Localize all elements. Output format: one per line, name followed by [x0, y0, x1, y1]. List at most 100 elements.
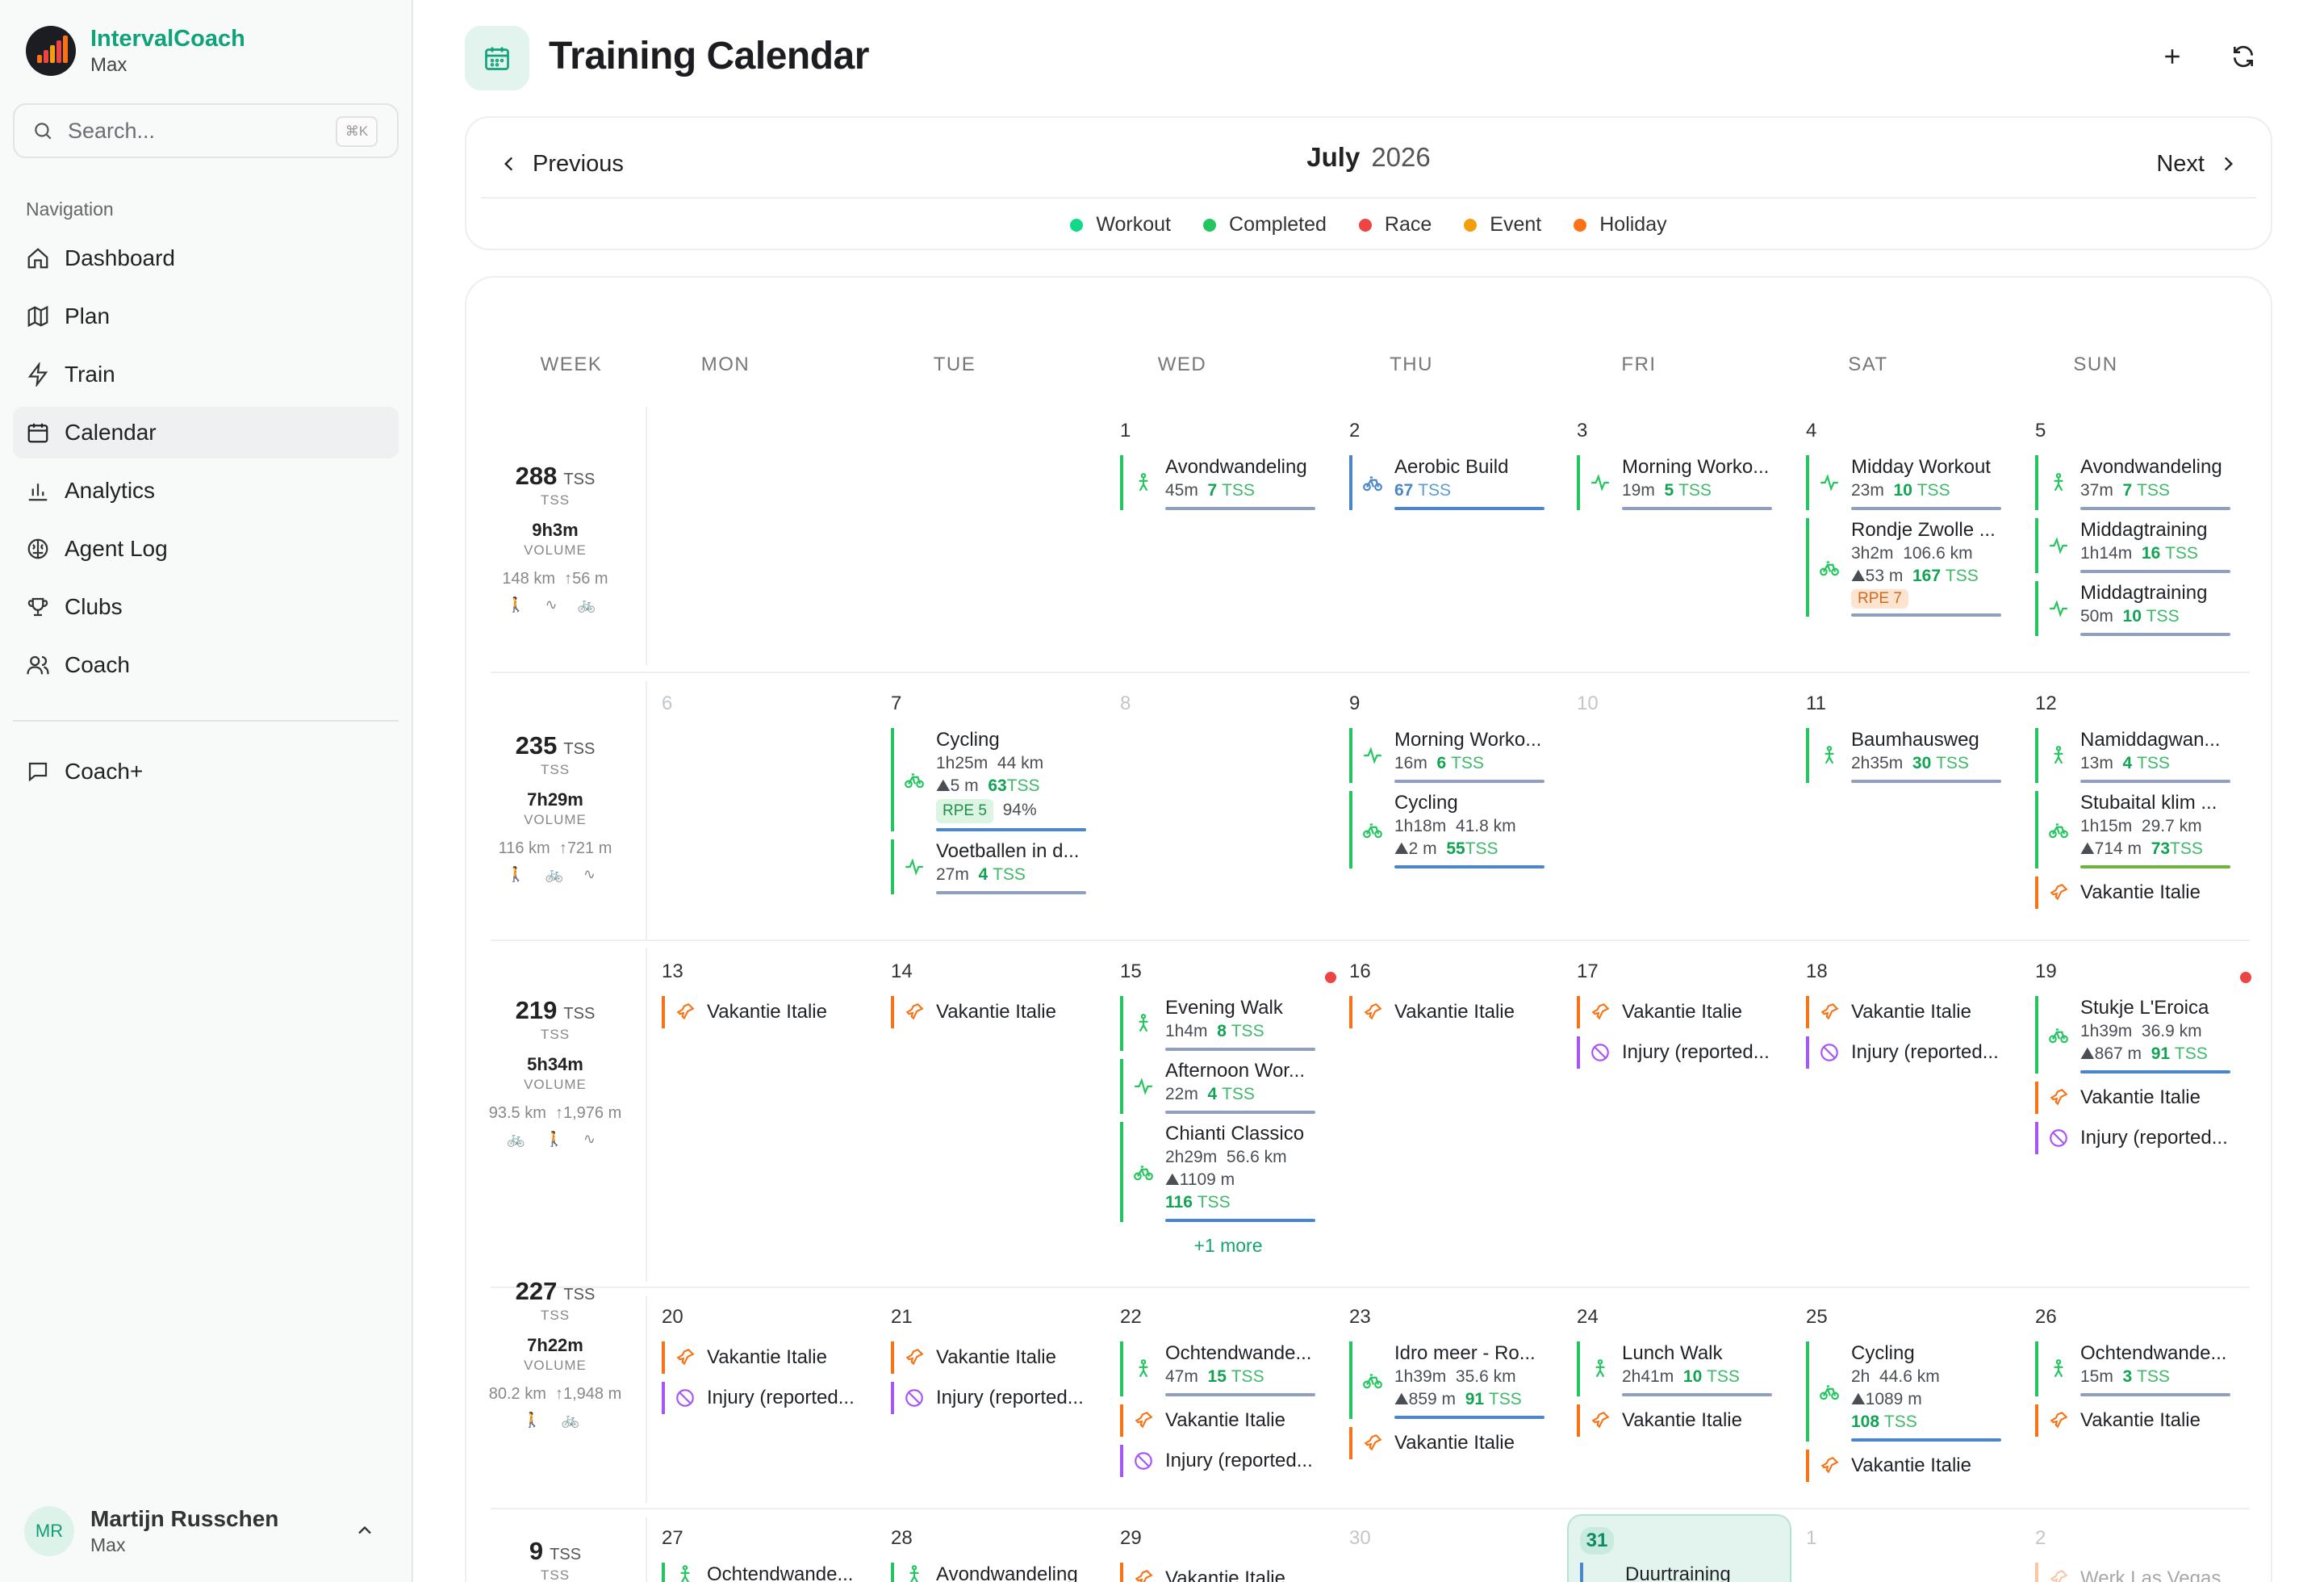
holiday-event[interactable]: Vakantie Italie [1120, 1563, 1336, 1582]
sidebar-item-clubs[interactable]: Clubs [13, 581, 399, 633]
holiday-event[interactable]: Vakantie Italie [662, 996, 878, 1028]
day-cell[interactable]: 4 Midday Workout 23m 10 TSS Rondje Zwoll… [1806, 420, 2022, 617]
activity-ride[interactable]: Cycling 1h18m 41.8 km ⛰2 m 55TSS [1349, 791, 1565, 868]
activity-planned-ride[interactable]: Aerobic Build 67 TSS [1349, 455, 1565, 510]
search-box[interactable]: ⌘K [13, 103, 399, 158]
day-cell-today[interactable]: 31 Duurtraining [1580, 1527, 1796, 1582]
sidebar-item-coach-plus[interactable]: Coach+ [13, 746, 399, 797]
day-cell[interactable]: 15 Evening Walk 1h4m 8 TSS Afternoon Wor… [1120, 960, 1336, 1257]
activity-walk[interactable]: Lunch Walk 2h41m 10 TSS [1577, 1341, 1793, 1396]
day-cell[interactable]: 22 Ochtendwande... 47m 15 TSS Vakantie I… [1120, 1306, 1336, 1477]
sidebar-item-agent-log[interactable]: Agent Log [13, 523, 399, 575]
activity-walk[interactable]: Ochtendwande... [662, 1563, 878, 1582]
day-cell[interactable]: 16 Vakantie Italie [1349, 960, 1565, 1028]
activity-workout[interactable]: Morning Worko... 16m 6 TSS [1349, 728, 1565, 783]
holiday-event[interactable]: Vakantie Italie [1349, 996, 1565, 1028]
holiday-event[interactable]: Vakantie Italie [1577, 996, 1793, 1028]
sidebar-item-dashboard[interactable]: Dashboard [13, 232, 399, 284]
activity-workout[interactable]: Middagtraining 1h14m 16 TSS [2035, 518, 2251, 573]
holiday-event[interactable]: Vakantie Italie [1806, 996, 2022, 1028]
activity-walk[interactable]: Ochtendwande... 15m 3 TSS [2035, 1341, 2251, 1396]
injury-event[interactable]: Injury (reported... [1806, 1036, 2022, 1069]
day-cell[interactable]: 24 Lunch Walk 2h41m 10 TSS Vakantie Ital… [1577, 1306, 1793, 1437]
holiday-event[interactable]: Vakantie Italie [2035, 1082, 2251, 1114]
holiday-event[interactable]: Vakantie Italie [1349, 1427, 1565, 1459]
injury-event[interactable]: Injury (reported... [2035, 1122, 2251, 1154]
activity-workout[interactable]: Voetballen in d... 27m 4 TSS [891, 839, 1107, 894]
activity-workout[interactable]: Morning Worko... 19m 5 TSS [1577, 455, 1793, 510]
activity-planned[interactable]: Duurtraining [1580, 1563, 1796, 1582]
day-cell[interactable]: 3 Morning Worko... 19m 5 TSS [1577, 420, 1793, 510]
activity-workout[interactable]: Midday Workout 23m 10 TSS [1806, 455, 2022, 510]
holiday-event[interactable]: Vakantie Italie [891, 996, 1107, 1028]
next-button[interactable]: Next [2156, 144, 2238, 184]
day-cell[interactable]: 19 Stukje L'Eroica 1h39m 36.9 km ⛰867 m … [2035, 960, 2251, 1154]
injury-event[interactable]: Injury (reported... [1577, 1036, 1793, 1069]
activity-ride[interactable]: Stubaital klim ... 1h15m 29.7 km ⛰714 m … [2035, 791, 2251, 868]
day-cell[interactable]: 1 [1806, 1527, 2022, 1555]
activity-walk[interactable]: Avondwandeling [891, 1563, 1107, 1582]
day-cell[interactable]: 30 [1349, 1527, 1565, 1555]
day-cell[interactable]: 9 Morning Worko... 16m 6 TSS Cycling 1h1… [1349, 693, 1565, 868]
activity-ride[interactable]: Cycling 2h 44.6 km ⛰1089 m 108 TSS [1806, 1341, 2022, 1442]
injury-event[interactable]: Injury (reported... [1120, 1445, 1336, 1477]
day-cell[interactable]: 10 [1577, 693, 1793, 720]
holiday-event[interactable]: Vakantie Italie [2035, 1404, 2251, 1437]
day-cell[interactable]: 29 Vakantie Italie [1120, 1527, 1336, 1582]
day-cell[interactable]: 14 Vakantie Italie [891, 960, 1107, 1028]
refresh-button[interactable] [2221, 34, 2266, 79]
activity-walk[interactable]: Namiddagwan... 13m 4 TSS [2035, 728, 2251, 783]
holiday-event[interactable]: Vakantie Italie [1120, 1404, 1336, 1437]
holiday-event[interactable]: Vakantie Italie [662, 1341, 878, 1374]
add-button[interactable] [2150, 34, 2195, 79]
activity-walk[interactable]: Evening Walk 1h4m 8 TSS [1120, 996, 1336, 1051]
activity-ride[interactable]: Chianti Classico 2h29m 56.6 km ⛰1109 m 1… [1120, 1122, 1336, 1222]
day-cell[interactable]: 7 Cycling 1h25m 44 km ⛰5 m 63TSS RPE 5 9… [891, 693, 1107, 894]
activity-walk[interactable]: Avondwandeling 37m 7 TSS [2035, 455, 2251, 510]
activity-workout[interactable]: Middagtraining 50m 10 TSS [2035, 581, 2251, 636]
day-cell[interactable]: 20 Vakantie Italie Injury (reported... [662, 1306, 878, 1414]
day-cell[interactable]: 26 Ochtendwande... 15m 3 TSS Vakantie It… [2035, 1306, 2251, 1437]
activity-ride[interactable]: Rondje Zwolle ... 3h2m 106.6 km ⛰53 m 16… [1806, 518, 2022, 617]
holiday-event[interactable]: Vakantie Italie [2035, 877, 2251, 909]
activity-walk[interactable]: Ochtendwande... 47m 15 TSS [1120, 1341, 1336, 1396]
sidebar-item-plan[interactable]: Plan [13, 291, 399, 342]
sidebar-item-coach[interactable]: Coach [13, 639, 399, 691]
activity-ride[interactable]: Stukje L'Eroica 1h39m 36.9 km ⛰867 m 91 … [2035, 996, 2251, 1074]
day-cell[interactable]: 2 Werk Las Vegas [2035, 1527, 2251, 1582]
user-menu[interactable]: MR Martijn Russchen Max [24, 1503, 389, 1559]
sidebar-item-analytics[interactable]: Analytics [13, 465, 399, 517]
activity-ride[interactable]: Cycling 1h25m 44 km ⛰5 m 63TSS RPE 5 94% [891, 728, 1107, 831]
search-input[interactable] [68, 118, 310, 144]
day-cell[interactable]: 11 Baumhausweg 2h35m 30 TSS [1806, 693, 2022, 783]
holiday-event[interactable]: Vakantie Italie [891, 1341, 1107, 1374]
activity-walk[interactable]: Baumhausweg 2h35m 30 TSS [1806, 728, 2022, 783]
injury-event[interactable]: Injury (reported... [662, 1382, 878, 1414]
sidebar-item-calendar[interactable]: Calendar [13, 407, 399, 458]
day-cell[interactable]: 21 Vakantie Italie Injury (reported... [891, 1306, 1107, 1414]
day-cell[interactable]: 25 Cycling 2h 44.6 km ⛰1089 m 108 TSS Va… [1806, 1306, 2022, 1482]
holiday-event[interactable]: Vakantie Italie [1806, 1450, 2022, 1482]
injury-event[interactable]: Injury (reported... [891, 1382, 1107, 1414]
day-cell[interactable]: 18 Vakantie Italie Injury (reported... [1806, 960, 2022, 1069]
chevron-up-icon[interactable] [353, 1519, 376, 1542]
day-cell[interactable]: 17 Vakantie Italie Injury (reported... [1577, 960, 1793, 1069]
show-more-link[interactable]: +1 more [1120, 1235, 1336, 1257]
holiday-event[interactable]: Werk Las Vegas [2035, 1563, 2251, 1582]
day-cell[interactable]: 1 Avondwandeling 45m 7 TSS [1120, 420, 1336, 510]
day-cell[interactable]: 2 Aerobic Build 67 TSS [1349, 420, 1565, 510]
day-cell[interactable]: 6 [662, 693, 878, 720]
day-cell[interactable]: 8 [1120, 693, 1336, 720]
sidebar-item-train[interactable]: Train [13, 349, 399, 400]
day-cell[interactable]: 28 Avondwandeling [891, 1527, 1107, 1582]
day-cell[interactable]: 23 Idro meer - Ro... 1h39m 35.6 km ⛰859 … [1349, 1306, 1565, 1459]
activity-workout[interactable]: Afternoon Wor... 22m 4 TSS [1120, 1059, 1336, 1114]
day-cell[interactable]: 13 Vakantie Italie [662, 960, 878, 1028]
day-cell[interactable]: 27 Ochtendwande... [662, 1527, 878, 1582]
day-cell[interactable]: 5 Avondwandeling 37m 7 TSS Middagtrainin… [2035, 420, 2251, 636]
day-cell[interactable]: 12 Namiddagwan... 13m 4 TSS Stubaital kl… [2035, 693, 2251, 909]
holiday-event[interactable]: Vakantie Italie [1577, 1404, 1793, 1437]
activity-ride[interactable]: Idro meer - Ro... 1h39m 35.6 km ⛰859 m 9… [1349, 1341, 1565, 1419]
activity-walk[interactable]: Avondwandeling 45m 7 TSS [1120, 455, 1336, 510]
brand[interactable]: IntervalCoach Max [26, 24, 245, 77]
